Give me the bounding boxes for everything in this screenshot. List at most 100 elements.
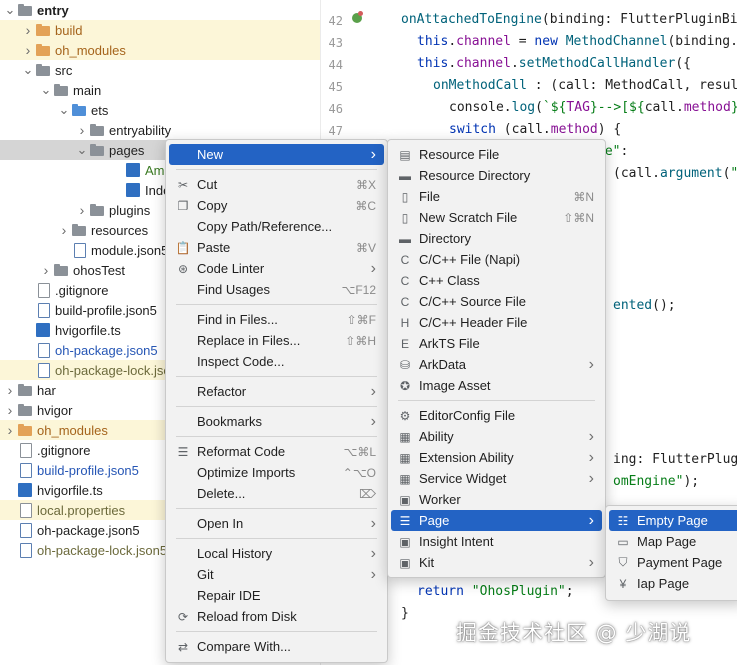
menu-item-find-usages[interactable]: Find Usages ⌥F12 xyxy=(169,279,384,300)
no-icon xyxy=(175,219,191,235)
implementation-gutter-icon[interactable] xyxy=(352,11,363,23)
menu-item-reformat-code[interactable]: ☰ Reformat Code ⌥⌘L xyxy=(169,441,384,462)
tree-item[interactable]: ⌄ ets xyxy=(0,100,320,120)
menu-item-iap-page[interactable]: ¥ Iap Page xyxy=(609,573,737,594)
menu-item-reload-from-disk[interactable]: ⟳ Reload from Disk xyxy=(169,606,384,627)
menu-item-copy-path-reference[interactable]: Copy Path/Reference... xyxy=(169,216,384,237)
menu-item-empty-page[interactable]: ☷ Empty Page xyxy=(609,510,737,531)
menu-item-c-c-file-napi[interactable]: C C/C++ File (Napi) xyxy=(391,249,602,270)
folder-icon xyxy=(54,263,68,277)
menu-item-directory[interactable]: ▬ Directory xyxy=(391,228,602,249)
chevron-down-icon[interactable]: ⌄ xyxy=(22,60,34,80)
menu-item-editorconfig-file[interactable]: ⚙ EditorConfig File xyxy=(391,405,602,426)
chevron-right-icon[interactable]: › xyxy=(4,420,16,440)
menu-item-payment-page[interactable]: ⛉ Payment Page xyxy=(609,552,737,573)
menu-item-optimize-imports[interactable]: Optimize Imports ⌃⌥O xyxy=(169,462,384,483)
shortcut-label: ⌃⌥O xyxy=(342,465,376,480)
chevron-right-icon[interactable]: › xyxy=(4,380,16,400)
folder-icon xyxy=(18,3,32,17)
chevron-right-icon[interactable]: › xyxy=(22,20,34,40)
menu-item-find-in-files[interactable]: Find in Files... ⇧⌘F xyxy=(169,309,384,330)
menu-item-resource-directory[interactable]: ▬ Resource Directory xyxy=(391,165,602,186)
menu-item-arkts-file[interactable]: E ArkTS File xyxy=(391,333,602,354)
code-line: onAttachedToEngine(binding: FlutterPlugi… xyxy=(401,12,737,27)
menu-item-code-linter[interactable]: ⊛ Code Linter › xyxy=(169,258,384,279)
menu-item-compare-with[interactable]: ⇄ Compare With... xyxy=(169,636,384,657)
menu-item-c-class[interactable]: C C++ Class xyxy=(391,270,602,291)
shortcut-label: ⇧⌘F xyxy=(346,312,376,327)
chevron-right-icon[interactable]: › xyxy=(76,120,88,140)
chevron-down-icon[interactable]: ⌄ xyxy=(76,140,88,160)
menu-item-service-widget[interactable]: ▦ Service Widget › xyxy=(391,468,602,489)
menu-item-new-scratch-file[interactable]: ▯ New Scratch File ⇧⌘N xyxy=(391,207,602,228)
shortcut-label: ⌥F12 xyxy=(341,282,376,297)
folder-icon xyxy=(90,203,104,217)
menu-item-worker[interactable]: ▣ Worker xyxy=(391,489,602,510)
menu-item-label: Replace in Files... xyxy=(197,333,301,348)
chevron-down-icon[interactable]: ⌄ xyxy=(58,100,70,120)
tree-item-label: oh_modules xyxy=(37,422,108,438)
menu-item-paste[interactable]: 📋 Paste ⌘V xyxy=(169,237,384,258)
chevron-down-icon[interactable]: ⌄ xyxy=(40,80,52,100)
menu-item-map-page[interactable]: ▭ Map Page xyxy=(609,531,737,552)
chevron-right-icon[interactable]: › xyxy=(4,400,16,420)
menu-item-label: Resource File xyxy=(419,147,500,162)
menu-separator xyxy=(176,508,377,509)
tree-item[interactable]: › build xyxy=(0,20,320,40)
menu-item-page[interactable]: ☰ Page › xyxy=(391,510,602,531)
menu-separator xyxy=(176,406,377,407)
menu-item-refactor[interactable]: Refactor › xyxy=(169,381,384,402)
reformat-code-icon: ☰ xyxy=(177,444,189,459)
menu-item-label: Git xyxy=(197,567,214,582)
shortcut-label: ⇧⌘H xyxy=(345,333,376,348)
tree-item[interactable]: ⌄ src xyxy=(0,60,320,80)
menu-item-new[interactable]: New › xyxy=(169,144,384,165)
menu-item-extension-ability[interactable]: ▦ Extension Ability › xyxy=(391,447,602,468)
menu-item-kit[interactable]: ▣ Kit › xyxy=(391,552,602,573)
line-number: 42 xyxy=(328,14,343,28)
menu-item-git[interactable]: Git › xyxy=(169,564,384,585)
menu-item-file[interactable]: ▯ File ⌘N xyxy=(391,186,602,207)
menu-item-label: Delete... xyxy=(197,486,246,501)
tree-item[interactable]: ⌄ entry xyxy=(0,0,320,20)
code-line: console.log(`${TAG}-->[${call.method} xyxy=(449,100,737,115)
submenu-chevron-icon: › xyxy=(588,448,594,466)
menu-item-image-asset[interactable]: ✪ Image Asset xyxy=(391,375,602,396)
chevron-right-icon[interactable]: › xyxy=(22,40,34,60)
menu-item-cut[interactable]: ✂ Cut ⌘X xyxy=(169,174,384,195)
tree-item-label: hvigorfile.ts xyxy=(55,322,121,338)
menu-item-ability[interactable]: ▦ Ability › xyxy=(391,426,602,447)
tree-item[interactable]: ⌄ main xyxy=(0,80,320,100)
menu-item-bookmarks[interactable]: Bookmarks › xyxy=(169,411,384,432)
menu-item-copy[interactable]: ❐ Copy ⌘C xyxy=(169,195,384,216)
menu-item-label: Payment Page xyxy=(637,555,723,570)
watermark-text: 掘金技术社区 @ 少湖说 xyxy=(456,621,692,645)
menu-item-c-c-header-file[interactable]: H C/C++ Header File xyxy=(391,312,602,333)
menu-item-resource-file[interactable]: ▤ Resource File xyxy=(391,144,602,165)
menu-item-label: Image Asset xyxy=(419,378,491,393)
tree-item[interactable]: › oh_modules xyxy=(0,40,320,60)
chevron-right-icon[interactable]: › xyxy=(58,220,70,240)
menu-item-insight-intent[interactable]: ▣ Insight Intent xyxy=(391,531,602,552)
tree-item[interactable]: › entryability xyxy=(0,120,320,140)
menu-item-label: Page xyxy=(419,513,450,528)
menu-item-local-history[interactable]: Local History › xyxy=(169,543,384,564)
ts-file-icon xyxy=(18,483,32,497)
menu-item-arkdata[interactable]: ⛁ ArkData › xyxy=(391,354,602,375)
menu-item-inspect-code[interactable]: Inspect Code... xyxy=(169,351,384,372)
folder-icon xyxy=(36,63,50,77)
menu-item-c-c-source-file[interactable]: C C/C++ Source File xyxy=(391,291,602,312)
menu-item-open-in[interactable]: Open In › xyxy=(169,513,384,534)
chevron-right-icon[interactable]: › xyxy=(76,200,88,220)
chevron-right-icon[interactable]: › xyxy=(40,260,52,280)
tree-item-label: local.properties xyxy=(37,502,126,518)
menu-item-label: New xyxy=(197,147,224,162)
menu-item-replace-in-files[interactable]: Replace in Files... ⇧⌘H xyxy=(169,330,384,351)
menu-item-repair-ide[interactable]: Repair IDE xyxy=(169,585,384,606)
menu-item-label: Map Page xyxy=(637,534,697,549)
menu-item-label: C/C++ Header File xyxy=(419,315,528,330)
chevron-down-icon[interactable]: ⌄ xyxy=(4,0,16,20)
menu-item-delete[interactable]: Delete... ⌦ xyxy=(169,483,384,504)
